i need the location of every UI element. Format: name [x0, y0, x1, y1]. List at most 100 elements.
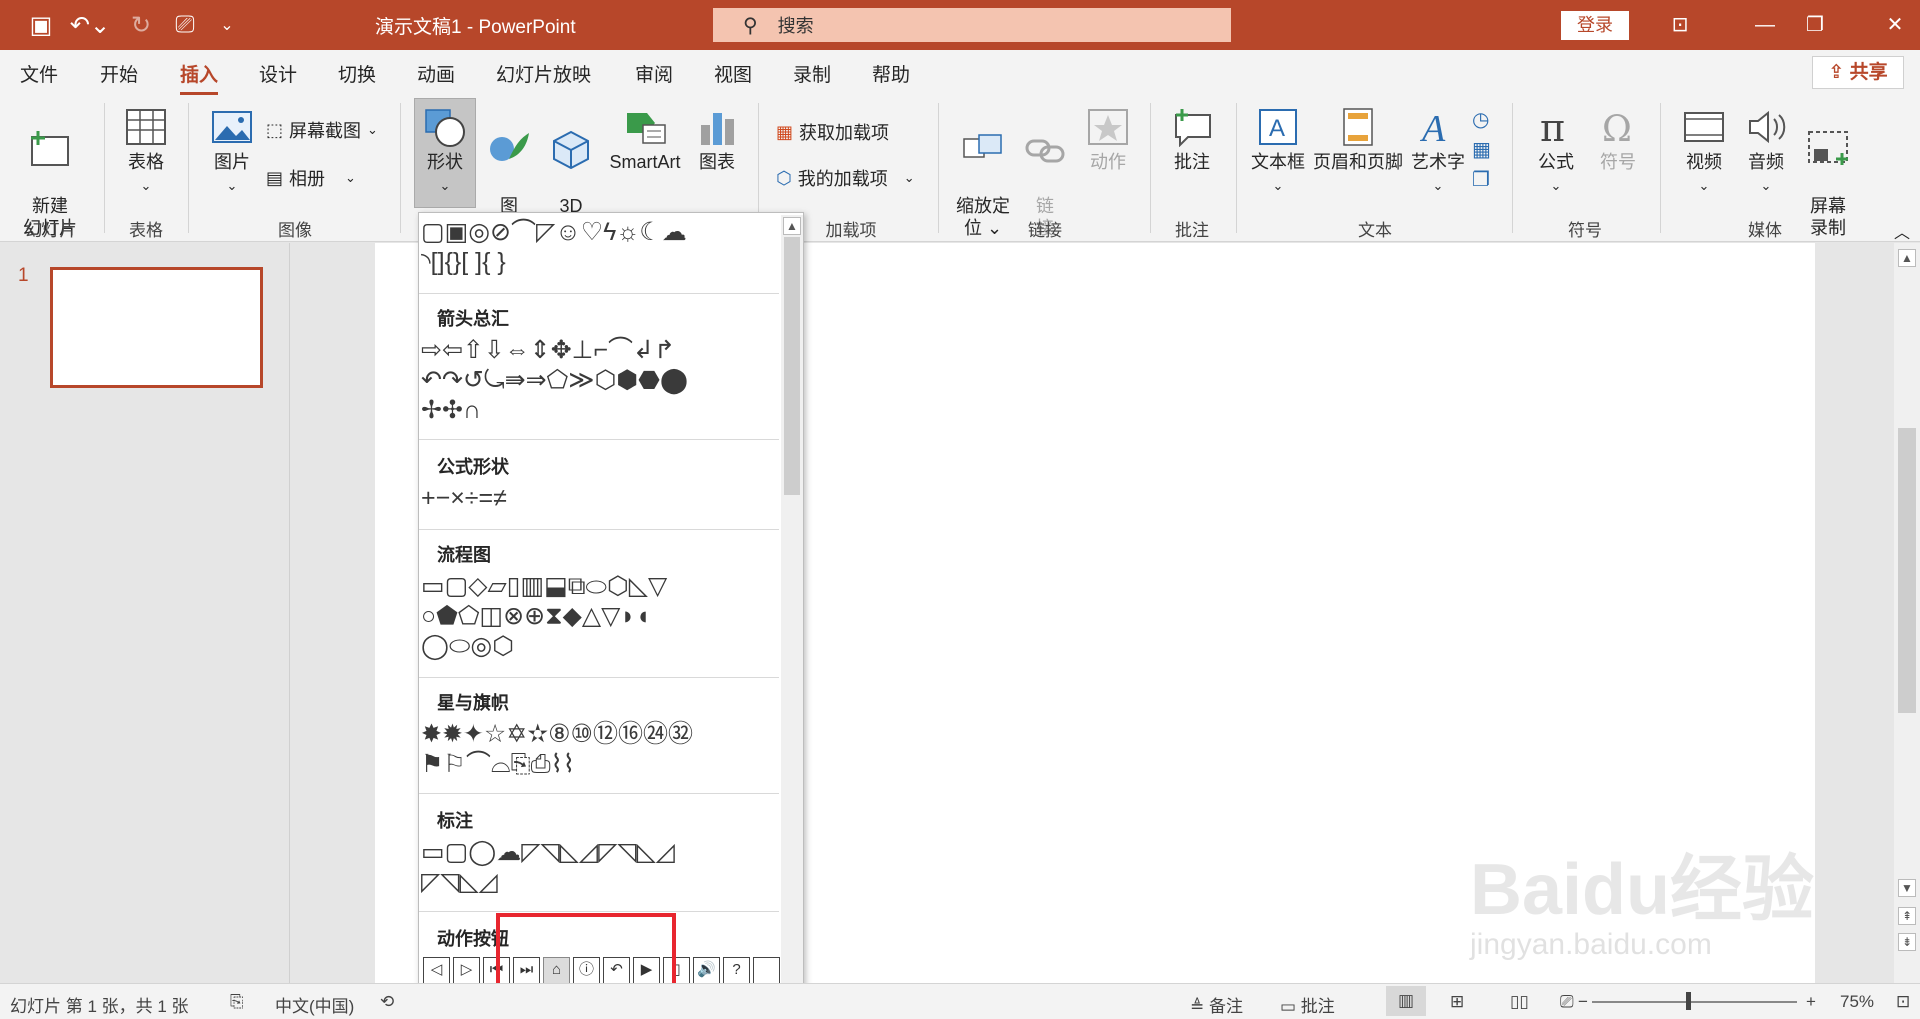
save-icon[interactable]: ▣: [26, 8, 56, 42]
shape-row[interactable]: ◯⬭◎⬡: [421, 631, 777, 661]
tab-design[interactable]: 设计: [259, 60, 297, 87]
smartart-button[interactable]: SmartArt: [604, 107, 686, 173]
album-button[interactable]: ▤ 相册 ⌄: [266, 165, 356, 191]
accessibility-icon[interactable]: ⎘: [230, 992, 244, 1012]
comments-button[interactable]: ▭ 批注: [1280, 992, 1335, 1017]
shapes-button[interactable]: 形状 ⌄: [414, 98, 476, 208]
wordart-button[interactable]: A 艺术字 ⌄: [1408, 107, 1468, 197]
tab-review[interactable]: 审阅: [635, 60, 673, 87]
ribbon-display-icon[interactable]: ⊡: [1665, 10, 1695, 40]
tab-animations[interactable]: 动画: [417, 60, 455, 87]
get-addins-button[interactable]: ▦ 获取加载项: [776, 119, 889, 145]
video-button[interactable]: 视频 ⌄: [1676, 107, 1732, 197]
group-label-tables: 表格: [129, 221, 163, 240]
shape-row[interactable]: ↶↷↺⤿⇛⇒⬠≫⬡⬢⬣⬤: [421, 365, 777, 395]
object-icon[interactable]: ❐: [1472, 165, 1491, 195]
chart-button[interactable]: 图表: [692, 107, 742, 173]
present-icon[interactable]: ⎚: [170, 8, 200, 42]
screenshot-button[interactable]: ⬚ 屏幕截图 ⌄: [266, 117, 378, 143]
my-addins-button[interactable]: ⬡ 我的加载项 ⌄: [776, 165, 915, 191]
minimize-icon[interactable]: —: [1750, 10, 1780, 40]
normal-view-icon[interactable]: ▥: [1386, 986, 1426, 1016]
chevron-down-icon: ⌄: [226, 178, 238, 193]
group-label-comments: 批注: [1175, 221, 1209, 240]
shape-row[interactable]: ▭▢◇▱▯▥⬓⧉⬭⬡◺▽: [421, 571, 777, 601]
zoom-slider-thumb[interactable]: [1686, 992, 1691, 1010]
scrollbar-thumb[interactable]: [1898, 428, 1916, 713]
undo-icon[interactable]: ↶⌄: [70, 8, 110, 42]
action-back-icon[interactable]: ◁: [423, 957, 450, 984]
section-divider: [419, 911, 779, 912]
audio-button[interactable]: 音频 ⌄: [1738, 107, 1794, 197]
equation-button[interactable]: π 公式 ⌄: [1528, 107, 1584, 197]
action-button[interactable]: 动作: [1080, 107, 1136, 173]
table-button[interactable]: 表格 ⌄: [118, 107, 174, 197]
group-label-links: 链接: [1028, 221, 1062, 240]
zoom-in-icon[interactable]: +: [1806, 992, 1816, 1012]
scroll-down-icon[interactable]: ▼: [1898, 879, 1916, 897]
shape-row[interactable]: +−×÷=≠: [421, 483, 777, 513]
notes-button[interactable]: ≜ 备注: [1190, 992, 1243, 1017]
previous-slide-icon[interactable]: ⇞: [1898, 907, 1916, 925]
shapes-gallery[interactable]: ▢▣◎⊘⌒◸☺♡ϟ☼☾☁ ◝[]{}[ ]{ } 箭头总汇 ⇨⇦⇧⇩⇔⇕✥⊥⌐⌒…: [418, 212, 804, 1014]
shapes-scrollbar[interactable]: ▲ ▼: [781, 215, 803, 1011]
action-forward-icon[interactable]: ▷: [453, 957, 480, 984]
action-sound-icon[interactable]: 🔊: [693, 957, 720, 984]
zoom-out-icon[interactable]: −: [1578, 992, 1588, 1012]
tab-help[interactable]: 帮助: [872, 60, 910, 87]
shape-row[interactable]: ◸◹◺◿: [421, 867, 777, 897]
textbox-button[interactable]: A 文本框 ⌄: [1248, 107, 1308, 197]
slideshow-view-icon[interactable]: ⎚: [1560, 992, 1574, 1012]
customize-qat-icon[interactable]: ⌄: [214, 8, 240, 42]
tab-record[interactable]: 录制: [793, 60, 831, 87]
language-status[interactable]: 中文(中国): [275, 992, 354, 1017]
get-addins-label: 获取加载项: [799, 123, 890, 143]
tab-file[interactable]: 文件: [20, 60, 58, 87]
accessibility-check-icon[interactable]: ⟲: [380, 992, 394, 1012]
shape-row[interactable]: ✢✣∩: [421, 395, 777, 425]
shape-row[interactable]: ▭▢◯☁◸◹◺◿◸◹◺◿: [421, 837, 777, 867]
shape-row[interactable]: ▢▣◎⊘⌒◸☺♡ϟ☼☾☁: [421, 217, 777, 247]
next-slide-icon[interactable]: ⇟: [1898, 933, 1916, 951]
login-button[interactable]: 登录: [1561, 11, 1629, 40]
tab-home[interactable]: 开始: [100, 60, 138, 87]
shape-row[interactable]: ○⬟⬠◫⊗⊕⧗◆△▽◗◖: [421, 601, 777, 631]
action-blank-icon[interactable]: [753, 957, 780, 984]
tab-slideshow[interactable]: 幻灯片放映: [496, 60, 591, 87]
section-title-flowchart: 流程图: [437, 545, 491, 565]
slide-number-icon[interactable]: ▦: [1472, 135, 1491, 165]
reading-view-icon[interactable]: ▯▯: [1510, 992, 1529, 1012]
slide-thumbnail[interactable]: [50, 267, 263, 388]
header-footer-button[interactable]: 页眉和页脚: [1312, 107, 1404, 173]
close-icon[interactable]: ✕: [1880, 10, 1910, 40]
scroll-up-icon[interactable]: ▲: [1898, 249, 1916, 267]
shape-row[interactable]: ✸✹✦☆✡✫⑧⑩⑫⑯㉔㉜: [421, 719, 777, 749]
shape-row[interactable]: ⇨⇦⇧⇩⇔⇕✥⊥⌐⌒↲↱: [421, 335, 777, 365]
action-help-icon[interactable]: ?: [723, 957, 750, 984]
restore-icon[interactable]: ❐: [1800, 10, 1830, 40]
date-time-icon[interactable]: ◷: [1472, 105, 1491, 135]
collapse-ribbon-icon[interactable]: ︿: [1894, 219, 1910, 243]
tab-transitions[interactable]: 切换: [338, 60, 376, 87]
svg-text:A: A: [1419, 108, 1446, 147]
comment-button[interactable]: 批注: [1164, 107, 1220, 173]
screenshot-label: 屏幕截图: [289, 121, 362, 141]
tab-insert[interactable]: 插入: [180, 60, 219, 96]
symbol-button[interactable]: Ω 符号: [1590, 107, 1646, 173]
scrollbar-thumb[interactable]: [784, 237, 800, 495]
picture-button[interactable]: 图片 ⌄: [204, 107, 260, 197]
vertical-scrollbar[interactable]: ▲ ▼ ⇞ ⇟: [1894, 243, 1920, 983]
share-button[interactable]: ⇪ 共享: [1812, 56, 1904, 89]
tab-view[interactable]: 视图: [714, 60, 752, 87]
redo-icon[interactable]: ↻: [126, 8, 156, 42]
zoom-level[interactable]: 75%: [1840, 992, 1874, 1012]
shapes-icon: [425, 109, 465, 147]
zoom-slider[interactable]: [1592, 1001, 1797, 1003]
search-input[interactable]: ⚲ 搜索: [713, 8, 1231, 42]
shape-row[interactable]: ⚑⚐⌒⌓⎘⎙⌇⌇: [421, 749, 777, 779]
shape-row[interactable]: ◝[]{}[ ]{ }: [421, 247, 777, 277]
scroll-up-icon[interactable]: ▲: [783, 217, 801, 235]
fit-to-window-icon[interactable]: ⊡: [1896, 992, 1910, 1012]
slide-sorter-icon[interactable]: ⊞: [1450, 992, 1464, 1012]
album-icon: ▤: [266, 167, 284, 188]
